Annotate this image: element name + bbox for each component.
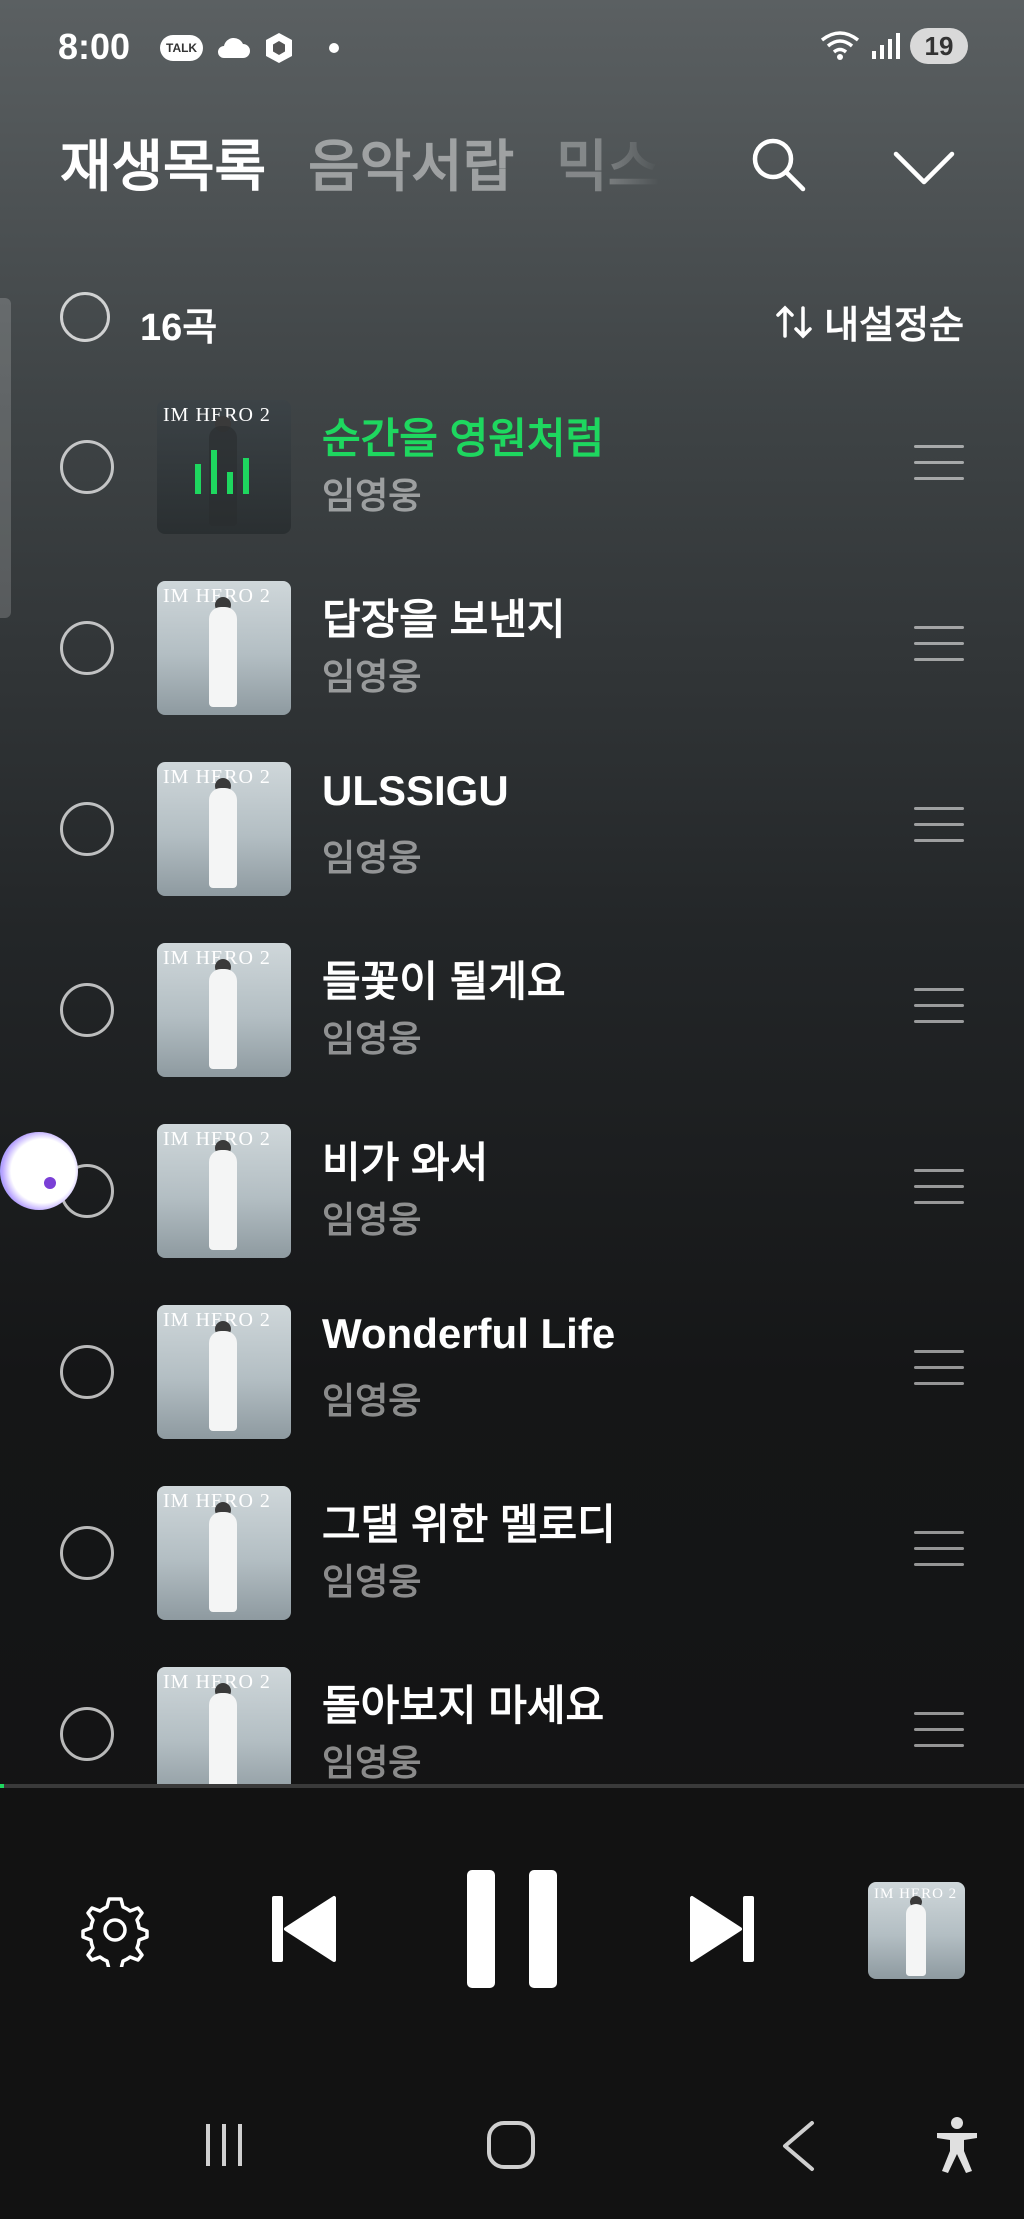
list-item[interactable]: IM HERO 2 Wonderful Life 임영웅 xyxy=(0,1300,1024,1481)
song-checkbox[interactable] xyxy=(60,1707,114,1761)
song-artist: 임영웅 xyxy=(322,475,422,516)
song-checkbox[interactable] xyxy=(60,802,114,856)
home-icon[interactable] xyxy=(486,2120,536,2170)
drag-handle-icon[interactable] xyxy=(914,1169,964,1209)
status-system-icons: 19 xyxy=(820,28,968,64)
list-item[interactable]: IM HERO 2 순간을 영원처럼 임영웅 xyxy=(0,395,1024,576)
edge-panel-handle[interactable] xyxy=(0,298,11,618)
list-item[interactable]: IM HERO 2 들꽃이 될게요 임영웅 xyxy=(0,938,1024,1119)
list-item[interactable]: IM HERO 2 ULSSIGU 임영웅 xyxy=(0,757,1024,938)
song-checkbox[interactable] xyxy=(60,1345,114,1399)
box-icon xyxy=(266,33,293,63)
album-art: IM HERO 2 xyxy=(157,400,291,534)
drag-handle-icon[interactable] xyxy=(914,807,964,847)
settings-icon[interactable] xyxy=(78,1893,152,1967)
cloud-icon xyxy=(218,37,251,58)
chevron-down-icon[interactable] xyxy=(892,148,956,188)
floating-assistant-bubble[interactable] xyxy=(0,1132,78,1210)
song-count: 16곡 xyxy=(140,307,218,349)
search-icon[interactable] xyxy=(748,134,808,194)
album-art: IM HERO 2 xyxy=(157,1305,291,1439)
song-title: 비가 와서 xyxy=(322,1139,489,1186)
song-title: ULSSIGU xyxy=(322,767,509,814)
wifi-icon xyxy=(820,31,860,60)
progress-fill xyxy=(0,1784,4,1788)
tab-mix[interactable]: 믹스 xyxy=(556,122,659,203)
battery-icon: 19 xyxy=(910,28,968,64)
album-art: IM HERO 2 xyxy=(157,1486,291,1620)
song-title: 답장을 보낸지 xyxy=(322,596,566,643)
song-checkbox[interactable] xyxy=(60,983,114,1037)
select-all-checkbox[interactable] xyxy=(60,292,110,342)
song-checkbox[interactable] xyxy=(60,621,114,675)
progress-track[interactable] xyxy=(0,1784,1024,1788)
song-artist: 임영웅 xyxy=(322,1018,422,1059)
song-artist: 임영웅 xyxy=(322,1380,422,1421)
song-checkbox[interactable] xyxy=(60,440,114,494)
drag-handle-icon[interactable] xyxy=(914,1350,964,1390)
song-artist: 임영웅 xyxy=(322,656,422,697)
album-art: IM HERO 2 xyxy=(157,581,291,715)
status-time: 8:00 xyxy=(58,26,131,67)
kakaotalk-icon: TALK xyxy=(160,35,204,61)
drag-handle-icon[interactable] xyxy=(914,626,964,666)
album-art: IM HERO 2 xyxy=(157,762,291,896)
song-checkbox[interactable] xyxy=(60,1526,114,1580)
recents-icon[interactable] xyxy=(202,2122,246,2168)
equalizer-icon xyxy=(195,450,249,494)
list-item[interactable]: IM HERO 2 비가 와서 임영웅 xyxy=(0,1119,1024,1300)
song-title: 들꽃이 될게요 xyxy=(322,958,566,1005)
song-list: IM HERO 2 순간을 영원처럼 임영웅 IM HERO 2 답장을 보낸지… xyxy=(0,395,1024,1785)
signal-icon xyxy=(872,33,900,59)
list-item[interactable]: IM HERO 2 돌아보지 마세요 임영웅 xyxy=(0,1662,1024,1785)
tab-playlist[interactable]: 재생목록 xyxy=(60,122,266,203)
song-title: 순간을 영원처럼 xyxy=(322,415,605,462)
tab-music-drawer[interactable]: 음악서랍 xyxy=(308,122,514,203)
list-item[interactable]: IM HERO 2 그댈 위한 멜로디 임영웅 xyxy=(0,1481,1024,1662)
sort-button[interactable]: 내설정순 xyxy=(774,294,964,349)
drag-handle-icon[interactable] xyxy=(914,988,964,1028)
now-playing-album-art[interactable]: IM HERO 2 xyxy=(868,1882,965,1979)
song-artist: 임영웅 xyxy=(322,1561,422,1602)
header-tabs: 재생목록 음악서랍 믹스 xyxy=(60,122,659,203)
next-icon[interactable] xyxy=(690,1894,756,1964)
album-art: IM HERO 2 xyxy=(157,943,291,1077)
song-artist: 임영웅 xyxy=(322,1199,422,1240)
song-artist: 임영웅 xyxy=(322,837,422,878)
sort-label: 내설정순 xyxy=(824,305,964,347)
song-title: 그댈 위한 멜로디 xyxy=(322,1501,616,1548)
drag-handle-icon[interactable] xyxy=(914,1531,964,1571)
sort-icon xyxy=(776,305,812,338)
accessibility-icon[interactable] xyxy=(934,2116,980,2174)
album-art: IM HERO 2 xyxy=(157,1667,291,1785)
pause-icon[interactable] xyxy=(465,1868,559,1990)
album-art: IM HERO 2 xyxy=(157,1124,291,1258)
song-title: Wonderful Life xyxy=(322,1310,616,1357)
status-notification-icons: TALK xyxy=(160,28,340,68)
more-notifications-dot xyxy=(329,43,340,53)
list-item[interactable]: IM HERO 2 답장을 보낸지 임영웅 xyxy=(0,576,1024,757)
song-title: 돌아보지 마세요 xyxy=(322,1682,605,1729)
drag-handle-icon[interactable] xyxy=(914,1712,964,1752)
drag-handle-icon[interactable] xyxy=(914,445,964,485)
previous-icon[interactable] xyxy=(270,1894,336,1964)
song-artist: 임영웅 xyxy=(322,1742,422,1783)
back-icon[interactable] xyxy=(780,2120,816,2172)
